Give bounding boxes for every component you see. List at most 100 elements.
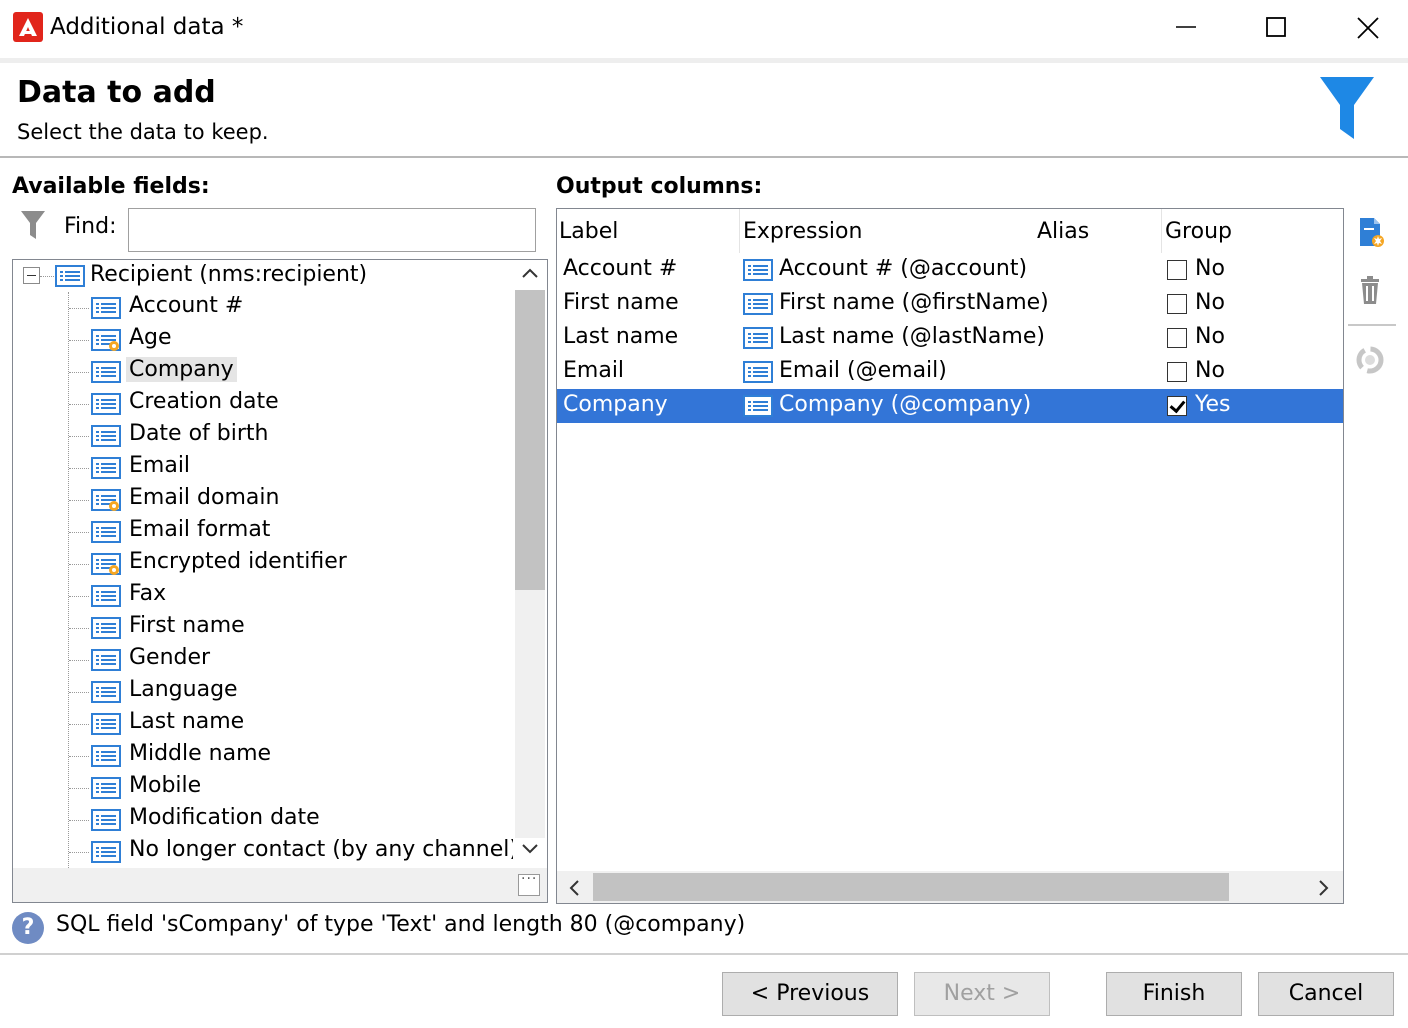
tree-item[interactable]: First name bbox=[13, 612, 513, 644]
output-columns-label: Output columns: bbox=[556, 174, 763, 199]
minimize-button[interactable] bbox=[1138, 0, 1232, 56]
row-label: Last name bbox=[563, 324, 679, 349]
scroll-thumb[interactable] bbox=[515, 290, 545, 590]
group-checkbox[interactable] bbox=[1167, 396, 1187, 416]
close-button[interactable] bbox=[1320, 0, 1408, 56]
row-expression: Email (@email) bbox=[779, 358, 947, 383]
grid-row[interactable]: First name First name (@firstName) No bbox=[557, 287, 1343, 321]
tree-item-label: Middle name bbox=[129, 741, 272, 766]
tree-item[interactable]: Email format bbox=[13, 516, 513, 548]
tree-item-label: Account # bbox=[129, 293, 244, 318]
tree-vertical-scrollbar[interactable] bbox=[513, 260, 547, 868]
tree-item-label: Gender bbox=[129, 645, 211, 670]
finish-button[interactable]: Finish bbox=[1106, 972, 1242, 1016]
computed-field-icon bbox=[91, 329, 121, 351]
title-separator bbox=[0, 58, 1408, 63]
group-checkbox[interactable] bbox=[1167, 260, 1187, 280]
scroll-thumb[interactable] bbox=[593, 873, 1229, 901]
column-header-expression[interactable]: Expression bbox=[743, 219, 862, 244]
add-column-button[interactable] bbox=[1352, 214, 1392, 254]
scroll-right-icon[interactable] bbox=[1317, 879, 1331, 897]
row-expression: Last name (@lastName) bbox=[779, 324, 1045, 349]
grid-row[interactable]: Company Company (@company) Yes bbox=[557, 389, 1343, 423]
collapse-toggle-icon[interactable] bbox=[23, 267, 40, 284]
tree-item-label: Creation date bbox=[129, 389, 279, 414]
tree-item-label: Modification date bbox=[129, 805, 320, 830]
tree-item-label: Encrypted identifier bbox=[129, 549, 347, 574]
column-header-alias[interactable]: Alias bbox=[1037, 219, 1089, 244]
filter-icon bbox=[1318, 75, 1376, 145]
maximize-button[interactable] bbox=[1229, 0, 1323, 56]
tree-item[interactable]: Modification date bbox=[13, 804, 513, 836]
refresh-icon bbox=[1356, 346, 1384, 374]
output-columns-grid[interactable]: Label Expression Alias Group Account # Ac… bbox=[556, 208, 1344, 904]
more-options-icon[interactable] bbox=[518, 871, 540, 896]
tree-item[interactable]: Middle name bbox=[13, 740, 513, 772]
find-input[interactable] bbox=[128, 208, 536, 252]
row-label: Email bbox=[563, 358, 625, 383]
field-icon bbox=[91, 745, 121, 767]
tree-item[interactable]: Age bbox=[13, 324, 513, 356]
tree-guide bbox=[69, 436, 89, 437]
row-group-value: No bbox=[1195, 358, 1225, 383]
tree-item[interactable]: Email bbox=[13, 452, 513, 484]
previous-button[interactable]: < Previous bbox=[722, 972, 898, 1016]
tree-guide bbox=[69, 308, 89, 309]
tree-item-label: Fax bbox=[129, 581, 167, 606]
group-checkbox[interactable] bbox=[1167, 294, 1187, 314]
tree-item[interactable]: Mobile bbox=[13, 772, 513, 804]
tree-item-label: Email format bbox=[129, 517, 271, 542]
toolbar-separator bbox=[1348, 324, 1396, 326]
tree-guide bbox=[40, 276, 54, 277]
help-icon: ? bbox=[12, 912, 44, 944]
scroll-down-icon[interactable] bbox=[521, 842, 539, 856]
field-icon bbox=[91, 585, 121, 607]
column-header-group[interactable]: Group bbox=[1165, 219, 1232, 244]
tree-item[interactable]: Encrypted identifier bbox=[13, 548, 513, 580]
scroll-up-icon[interactable] bbox=[521, 266, 539, 280]
delete-column-button[interactable] bbox=[1352, 272, 1392, 312]
tree-item[interactable]: Fax bbox=[13, 580, 513, 612]
column-divider[interactable] bbox=[1161, 209, 1162, 253]
tree-item[interactable]: Company bbox=[13, 356, 513, 388]
tree-item[interactable]: Date of birth bbox=[13, 420, 513, 452]
grid-row[interactable]: Last name Last name (@lastName) No bbox=[557, 321, 1343, 355]
tree-item-label: Mobile bbox=[129, 773, 202, 798]
field-icon bbox=[91, 617, 121, 639]
row-label: First name bbox=[563, 290, 679, 315]
page-title: Data to add bbox=[17, 75, 216, 110]
grid-row[interactable]: Account # Account # (@account) No bbox=[557, 253, 1343, 287]
available-fields-tree[interactable]: Recipient (nms:recipient) Account # Age Co… bbox=[12, 259, 548, 903]
row-group-value: Yes bbox=[1195, 392, 1231, 417]
cancel-button[interactable]: Cancel bbox=[1258, 972, 1394, 1016]
tree-item[interactable]: Gender bbox=[13, 644, 513, 676]
field-icon bbox=[743, 293, 773, 315]
tree-guide bbox=[69, 820, 89, 821]
tree-guide bbox=[69, 564, 89, 565]
field-icon bbox=[91, 361, 121, 383]
row-label: Account # bbox=[563, 256, 678, 281]
tree-item[interactable]: Account # bbox=[13, 292, 513, 324]
scroll-left-icon[interactable] bbox=[567, 879, 581, 897]
column-header-label[interactable]: Label bbox=[559, 219, 618, 244]
column-divider[interactable] bbox=[739, 209, 740, 253]
grid-horizontal-scrollbar[interactable] bbox=[557, 871, 1343, 903]
tree-guide bbox=[69, 852, 89, 853]
group-checkbox[interactable] bbox=[1167, 328, 1187, 348]
tree-item[interactable]: Language bbox=[13, 676, 513, 708]
tree-root-label: Recipient (nms:recipient) bbox=[90, 262, 368, 287]
row-group-value: No bbox=[1195, 324, 1225, 349]
tree-item[interactable]: No longer contact (by any channel) bbox=[13, 836, 518, 868]
tree-item-label: Company bbox=[126, 357, 237, 382]
tree-item[interactable]: Last name bbox=[13, 708, 513, 740]
field-icon bbox=[743, 259, 773, 281]
grid-row[interactable]: Email Email (@email) No bbox=[557, 355, 1343, 389]
tree-item[interactable]: Creation date bbox=[13, 388, 513, 420]
next-button[interactable]: Next > bbox=[914, 972, 1050, 1016]
group-checkbox[interactable] bbox=[1167, 362, 1187, 382]
tree-item[interactable]: Email domain bbox=[13, 484, 513, 516]
refresh-button[interactable] bbox=[1352, 342, 1392, 382]
field-icon bbox=[743, 327, 773, 349]
tree-guide bbox=[69, 468, 89, 469]
tree-root-recipient[interactable]: Recipient (nms:recipient) bbox=[13, 260, 513, 292]
